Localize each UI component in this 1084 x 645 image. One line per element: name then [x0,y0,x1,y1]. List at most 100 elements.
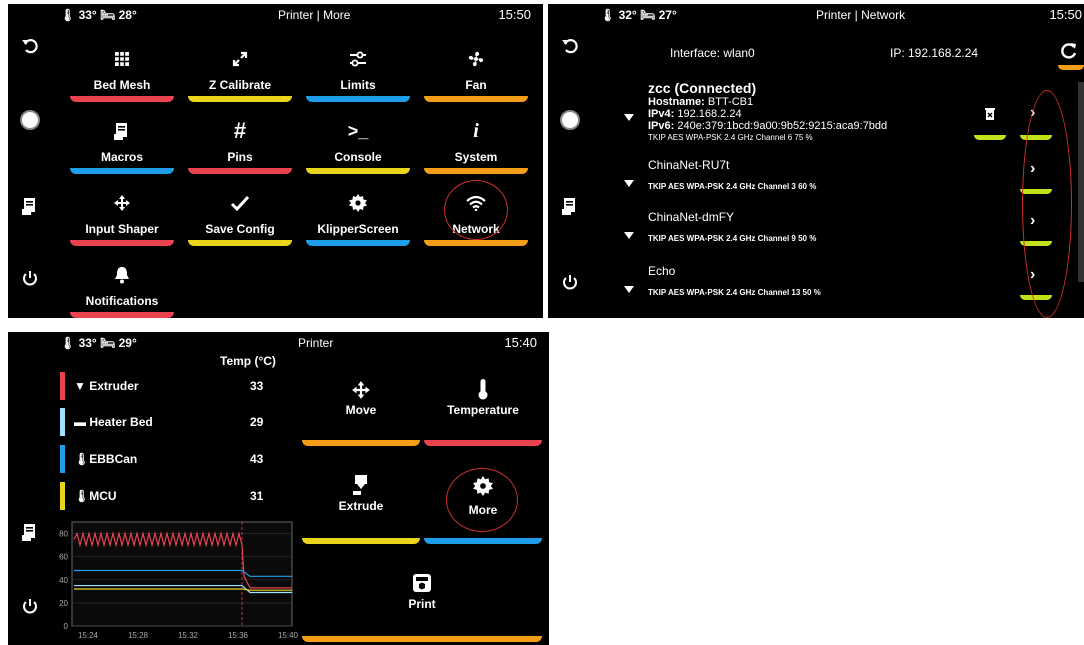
extrude-button[interactable]: Extrude [302,470,420,544]
ip-label: IP: 192.168.2.24 [890,46,979,60]
tile-bed-mesh[interactable]: Bed Mesh [66,40,178,102]
button-label: Move [345,403,377,417]
tile-macros[interactable]: Macros [66,112,178,174]
network-screen: 🌡 32° 🛏 27° Printer | Network 15:50 Inte… [548,4,1084,318]
heater-temp: 43 [250,452,264,466]
button-accent [1058,65,1084,70]
graph-frame [71,521,293,627]
move-button[interactable]: Move [302,374,420,446]
tile-z-calibrate[interactable]: Z Calibrate [184,40,296,102]
status-bar: 🌡 33° 🛏 28° Printer | More 15:50 [8,4,543,26]
status-bar: 🌡 33° 🛏 29° Printer 15:40 [8,332,549,354]
tile-fan[interactable]: Fan [420,40,532,102]
tile-accent [424,168,528,174]
ipv6-row: IPv6: 240e:379:1bcd:9a00:9b52:9215:aca9:… [648,120,888,132]
heater-name: 🌡MCU [74,489,117,503]
tile-accent [188,96,292,102]
stop-icon [20,110,40,130]
print-button[interactable]: Print [302,568,542,642]
scrollbar[interactable] [1078,82,1084,282]
heater-name: ▼ Extruder [74,379,139,393]
x-tick-label: 15:40 [278,631,298,640]
main-screen: 🌡 33° 🛏 29° Printer 15:40 Temp (°C) ▼ Ex… [8,332,549,645]
back-button[interactable] [548,26,592,66]
clock: 15:50 [1049,7,1082,22]
network-name: zcc (Connected) [648,80,757,96]
tile-label: Input Shaper [85,222,159,236]
temperature-button[interactable]: Temperature [424,374,542,446]
tile-accent [70,240,174,246]
heater-color-swatch [60,445,65,473]
info-icon: i [473,119,479,142]
back-button[interactable] [8,26,52,66]
tile-accent [188,168,292,174]
heater-color-swatch [60,482,65,510]
network-item[interactable]: Echo TKIP AES WPA-PSK 2.4 GHz Channel 13… [548,260,1084,306]
button-label: Extrude [338,499,384,513]
nozzle-icon: ▼ [74,379,90,393]
power-button[interactable] [8,258,52,298]
tile-label: Fan [465,78,487,92]
network-name: Echo [648,264,676,278]
heater-row-heater-bed[interactable]: ▬ Heater Bed 29 [60,408,290,436]
heater-name: ▬ Heater Bed [74,415,153,429]
refresh-button[interactable] [1054,36,1084,70]
power-icon [23,271,37,286]
network-item[interactable]: ChinaNet-dmFY TKIP AES WPA-PSK 2.4 GHz C… [548,206,1084,252]
network-info: TKIP AES WPA-PSK 2.4 GHz Channel 3 60 % [648,182,817,191]
network-info: TKIP AES WPA-PSK 2.4 GHz Channel 13 50 % [648,288,821,297]
tile-console[interactable]: >_ Console [302,112,414,174]
terminal-icon: >_ [347,120,369,141]
expand-icon [232,51,248,67]
bell-icon [115,267,129,284]
tile-label: Z Calibrate [208,78,271,92]
button-accent [302,440,420,446]
temp-column-header: Temp (°C) [220,354,276,368]
x-tick-label: 15:28 [128,631,149,640]
network-name: ChinaNet-dmFY [648,210,735,224]
tile-pins[interactable]: # Pins [184,112,296,174]
tile-klipperscreen[interactable]: KlipperScreen [302,184,414,246]
tile-system[interactable]: i System [420,112,532,174]
temperature-graph: 80 60 40 20 0 15:24 15:28 15:32 15:36 15:40 [59,521,298,640]
button-label: Temperature [447,403,519,417]
page-title: Printer | Network [816,8,906,22]
network-item[interactable]: ChinaNet-RU7t TKIP AES WPA-PSK 2.4 GHz C… [548,154,1084,200]
heater-row-mcu[interactable]: 🌡MCU 31 [60,482,290,510]
macro-icon [114,123,127,140]
tile-input-shaper[interactable]: Input Shaper [66,184,178,246]
y-tick-label: 60 [59,553,68,562]
heater-color-swatch [60,372,65,400]
tile-accent [70,312,174,318]
button-label: Print [408,597,436,611]
power-button[interactable] [8,586,52,626]
tile-save-config[interactable]: Save Config [184,184,296,246]
check-icon [231,195,249,211]
tile-accent [424,240,528,246]
page-title: Printer [298,336,334,350]
tile-limits[interactable]: Limits [302,40,414,102]
more-screen: 🌡 33° 🛏 28° Printer | More 15:50 Bed Mes… [8,4,543,318]
back-icon [22,39,38,54]
tile-label: System [454,150,498,164]
tile-accent [188,240,292,246]
x-tick-label: 15:36 [228,631,249,640]
shortcut-button[interactable] [8,512,52,552]
wifi-signal-icon [624,180,634,187]
highlight-circle [446,468,518,532]
tile-label: Save Config [205,222,275,236]
heater-row-extruder[interactable]: ▼ Extruder 33 [60,372,290,400]
shortcut-button[interactable] [8,186,52,226]
ipv4-row: IPv4: 192.168.2.24 [648,108,742,120]
clock: 15:40 [504,335,537,350]
emergency-stop-button[interactable] [8,100,52,140]
status-temps: 🌡 33° 🛏 29° [60,336,137,350]
delete-network-button[interactable] [968,100,1012,140]
button-accent [302,538,420,544]
macro-icon [22,524,35,541]
tile-notifications[interactable]: Notifications [66,256,178,318]
wifi-signal-icon [624,286,634,293]
heater-row-ebbcan[interactable]: 🌡EBBCan 43 [60,445,290,473]
emergency-stop-button[interactable] [548,100,592,140]
power-icon [23,599,37,614]
